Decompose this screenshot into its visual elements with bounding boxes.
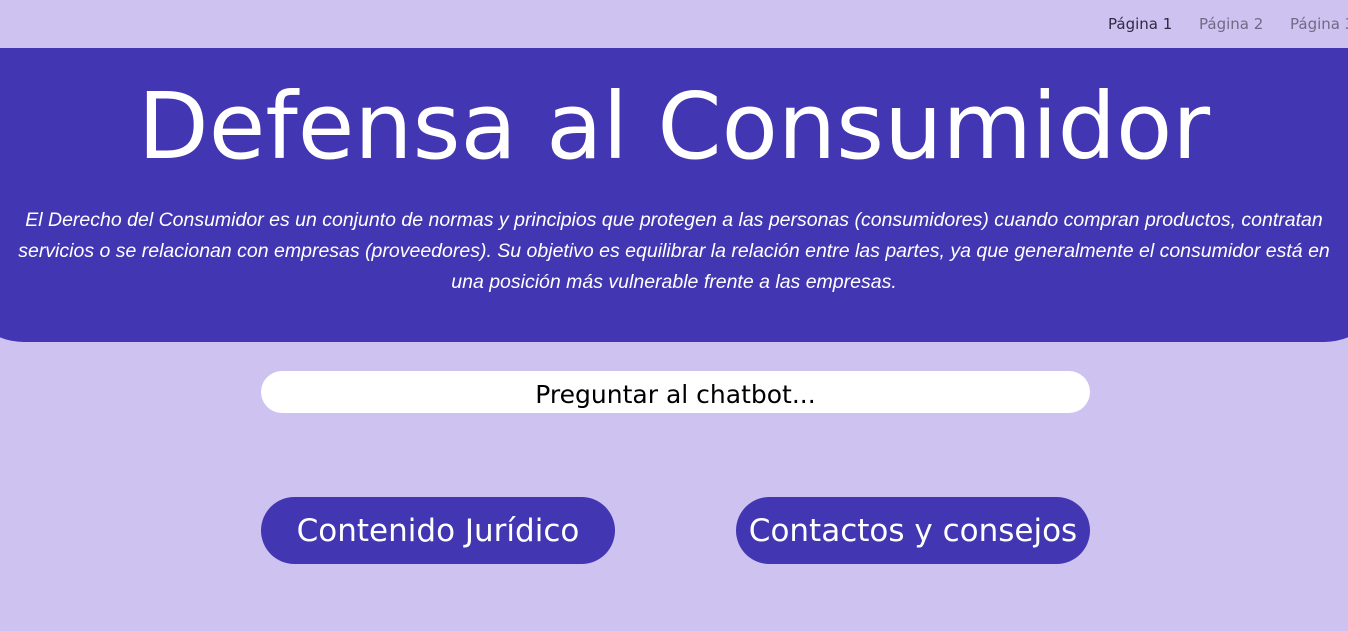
contenido-juridico-button[interactable]: Contenido Jurídico (261, 497, 615, 564)
page-title: Defensa al Consumidor (137, 73, 1211, 180)
nav-item-pagina-3[interactable]: Página 3 (1290, 15, 1348, 33)
top-navigation: Página 1 Página 2 Página 3 (0, 0, 1348, 48)
hero-description: El Derecho del Consumidor es un conjunto… (18, 209, 1330, 293)
nav-item-pagina-1[interactable]: Página 1 (1108, 15, 1172, 33)
nav-item-pagina-2[interactable]: Página 2 (1199, 15, 1263, 33)
contactos-consejos-button[interactable]: Contactos y consejos (736, 497, 1090, 564)
chatbot-input[interactable] (261, 371, 1090, 413)
